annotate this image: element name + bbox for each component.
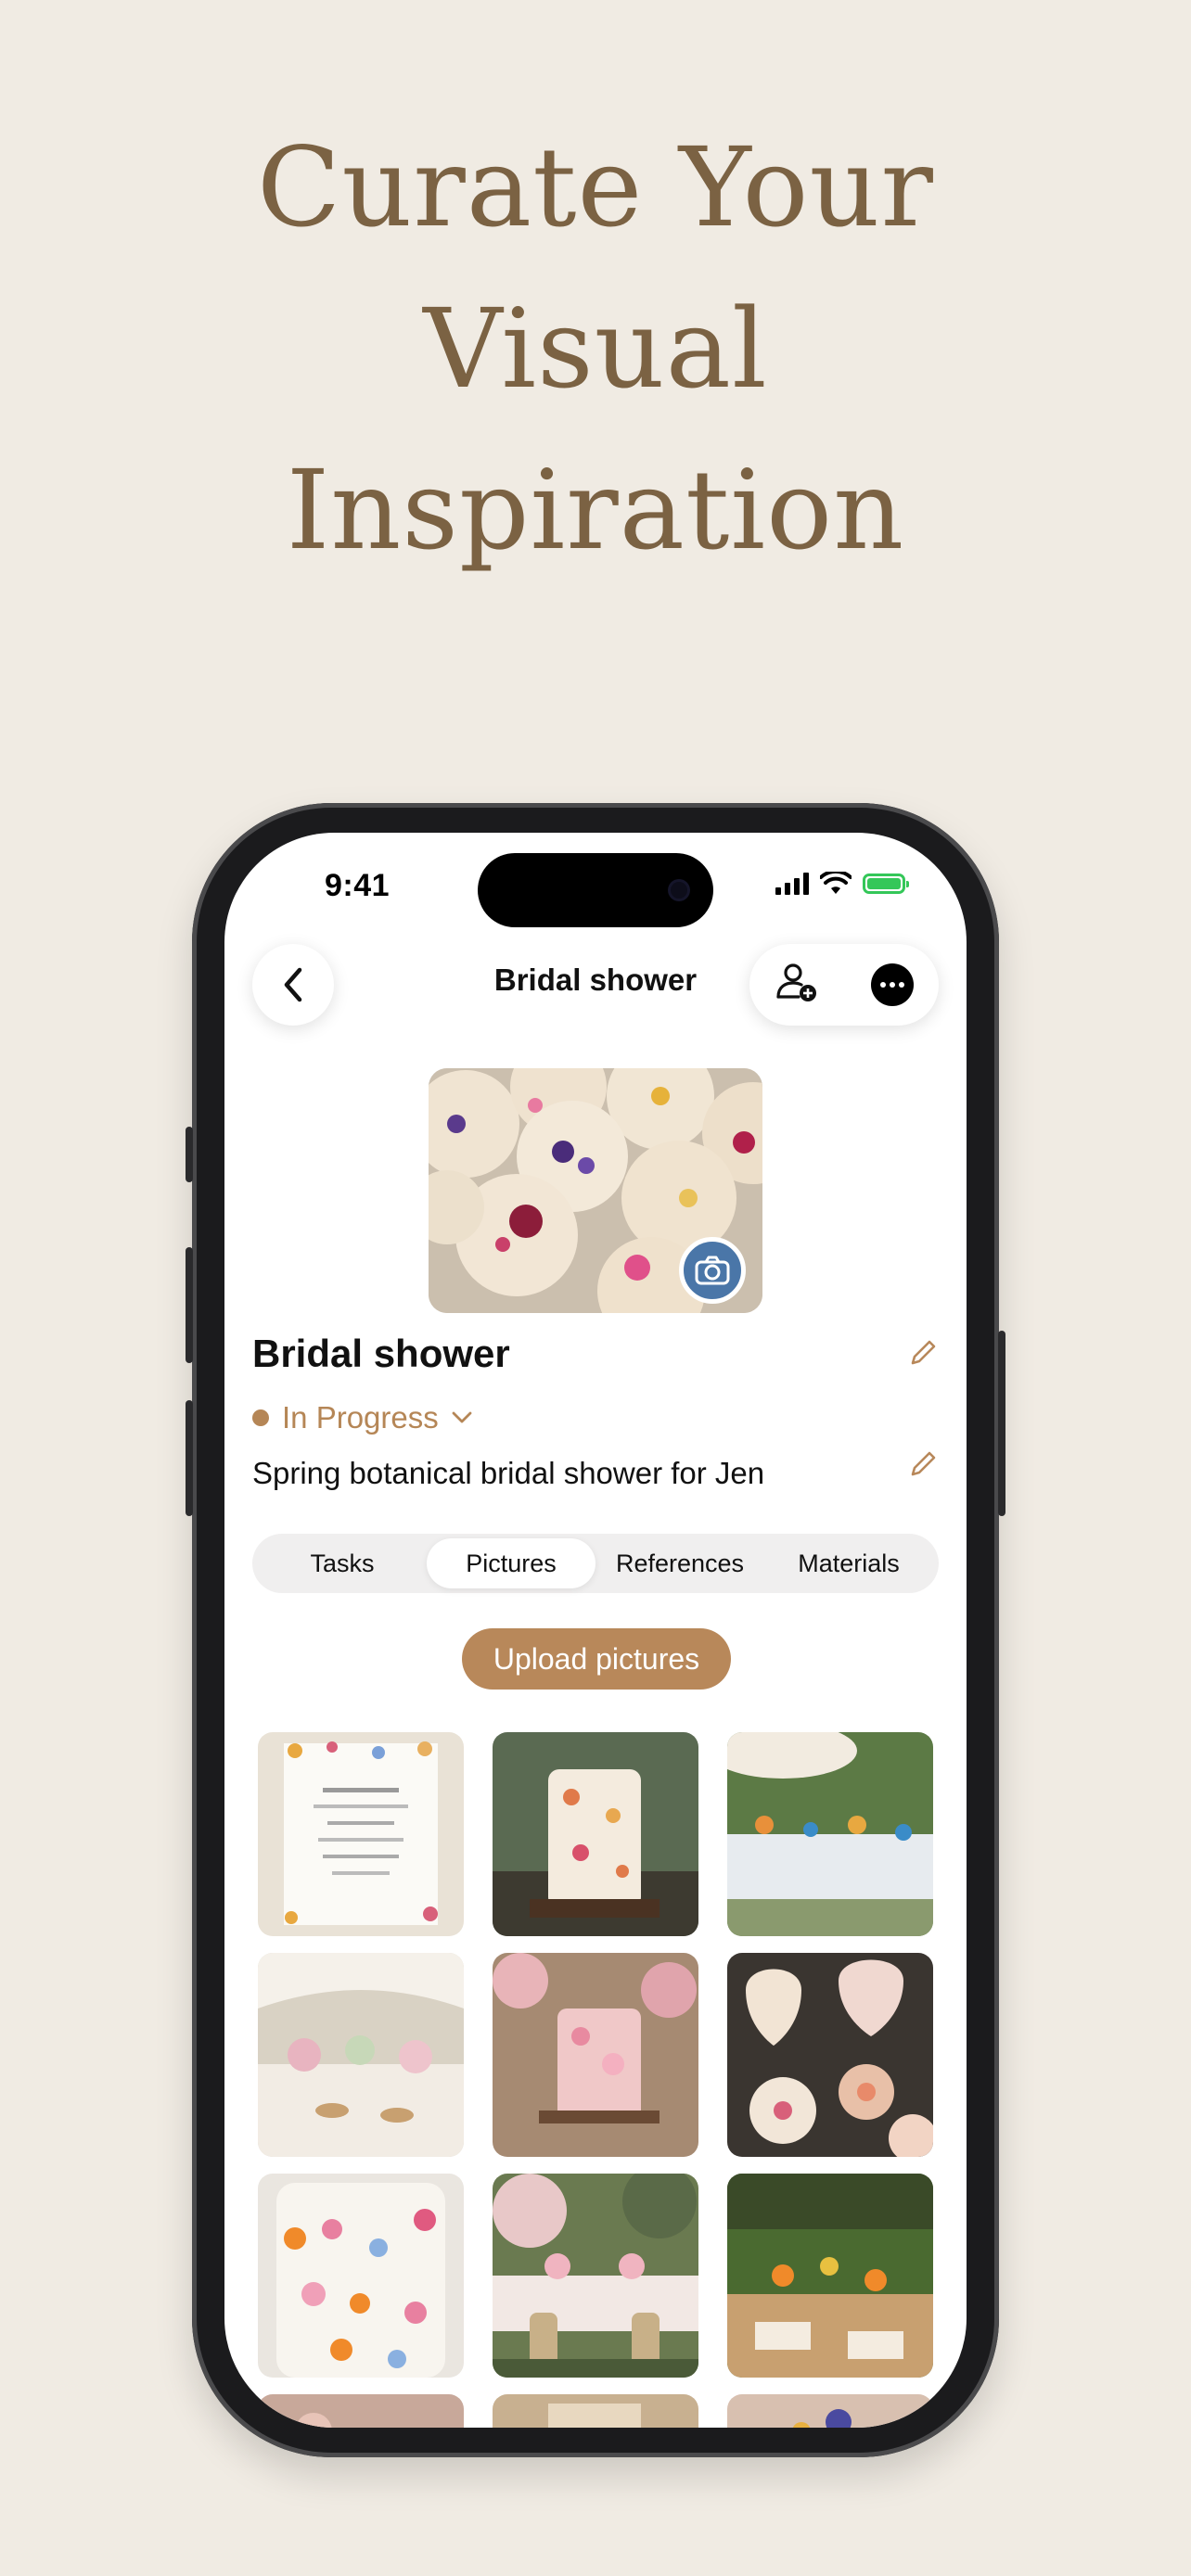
segmented-tabs: Tasks Pictures References Materials	[252, 1534, 939, 1593]
pencil-icon	[911, 1340, 936, 1365]
side-button	[186, 1127, 193, 1182]
picture-tile[interactable]	[493, 2394, 698, 2428]
power-button	[998, 1331, 1005, 1516]
edit-description-button[interactable]	[909, 1450, 937, 1483]
cellular-signal-icon	[775, 873, 809, 895]
tab-pictures[interactable]: Pictures	[427, 1538, 596, 1588]
battery-icon	[863, 874, 909, 894]
status-icons	[775, 872, 909, 896]
tab-references[interactable]: References	[596, 1538, 764, 1588]
headline-line-3: Inspiration	[286, 446, 905, 574]
dynamic-island	[478, 853, 713, 927]
wifi-icon	[820, 872, 852, 894]
volume-up-button	[186, 1247, 193, 1363]
picture-tile[interactable]	[493, 2174, 698, 2378]
picture-tile[interactable]	[727, 2174, 933, 2378]
edit-title-button[interactable]	[909, 1339, 937, 1371]
picture-tile[interactable]	[727, 1732, 933, 1936]
status-time: 9:41	[325, 868, 391, 903]
project-description: Spring botanical bridal shower for Jen	[252, 1456, 765, 1490]
status-dot	[252, 1409, 269, 1426]
headline-line-2: Visual	[423, 285, 768, 413]
picture-tile[interactable]	[258, 2174, 464, 2378]
volume-down-button	[186, 1400, 193, 1516]
headline-line-1: Curate Your	[257, 123, 934, 251]
nav-actions	[749, 944, 939, 1026]
picture-tile[interactable]	[493, 1732, 698, 1936]
project-title: Bridal shower	[252, 1332, 510, 1375]
picture-tile[interactable]	[727, 1953, 933, 2157]
pencil-icon	[911, 1451, 936, 1476]
camera-icon	[695, 1256, 730, 1285]
status-dropdown[interactable]: In Progress	[252, 1400, 472, 1435]
person-add-icon	[776, 963, 816, 1001]
change-cover-button[interactable]	[679, 1237, 746, 1304]
picture-tile[interactable]	[258, 1732, 464, 1936]
tab-tasks[interactable]: Tasks	[258, 1538, 427, 1588]
add-collaborator-button[interactable]	[775, 960, 821, 1011]
picture-tile[interactable]	[493, 1953, 698, 2157]
more-options-button[interactable]	[871, 963, 914, 1006]
marketing-headline: Curate Your Visual Inspiration	[0, 107, 1191, 591]
picture-tile[interactable]	[727, 2394, 933, 2428]
phone-screen: 9:41 Bridal shower Bridal shower In Prog…	[224, 833, 967, 2428]
status-label: In Progress	[282, 1400, 439, 1435]
upload-pictures-button[interactable]: Upload pictures	[462, 1628, 731, 1690]
picture-tile[interactable]	[258, 2394, 464, 2428]
chevron-down-icon	[452, 1411, 472, 1423]
picture-tile[interactable]	[258, 1953, 464, 2157]
tab-materials[interactable]: Materials	[764, 1538, 933, 1588]
